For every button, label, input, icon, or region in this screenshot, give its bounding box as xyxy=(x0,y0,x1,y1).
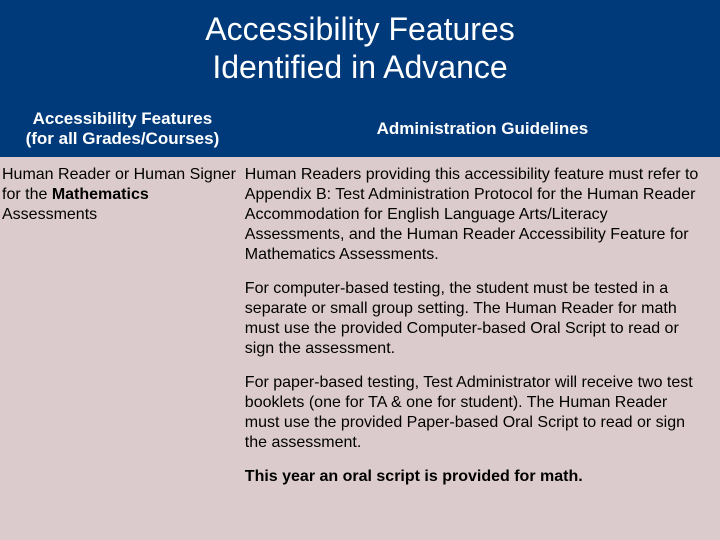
table-row: Human Reader or Human Signer for the Mat… xyxy=(0,157,720,495)
feature-cell: Human Reader or Human Signer for the Mat… xyxy=(0,157,245,495)
guidelines-paragraph-3: For paper-based testing, Test Administra… xyxy=(245,373,706,453)
slide-title-bar: Accessibility Features Identified in Adv… xyxy=(0,0,720,101)
guidelines-paragraph-4: This year an oral script is provided for… xyxy=(245,467,706,487)
header-features-cell: Accessibility Features (for all Grades/C… xyxy=(0,101,245,157)
feature-text-suffix: Assessments xyxy=(2,206,97,223)
guidelines-paragraph-2: For computer-based testing, the student … xyxy=(245,279,706,359)
title-line-1: Accessibility Features xyxy=(0,10,720,48)
header-features-line2: (for all Grades/Courses) xyxy=(26,129,220,148)
header-features-line1: Accessibility Features xyxy=(33,109,213,128)
guidelines-paragraph-1: Human Readers providing this accessibili… xyxy=(245,165,706,265)
title-line-2: Identified in Advance xyxy=(0,48,720,86)
feature-text-bold: Mathematics xyxy=(52,186,149,203)
header-guidelines-cell: Administration Guidelines xyxy=(245,101,720,157)
accessibility-features-table: Accessibility Features (for all Grades/C… xyxy=(0,101,720,495)
guidelines-cell: Human Readers providing this accessibili… xyxy=(245,157,720,495)
table-header-row: Accessibility Features (for all Grades/C… xyxy=(0,101,720,157)
